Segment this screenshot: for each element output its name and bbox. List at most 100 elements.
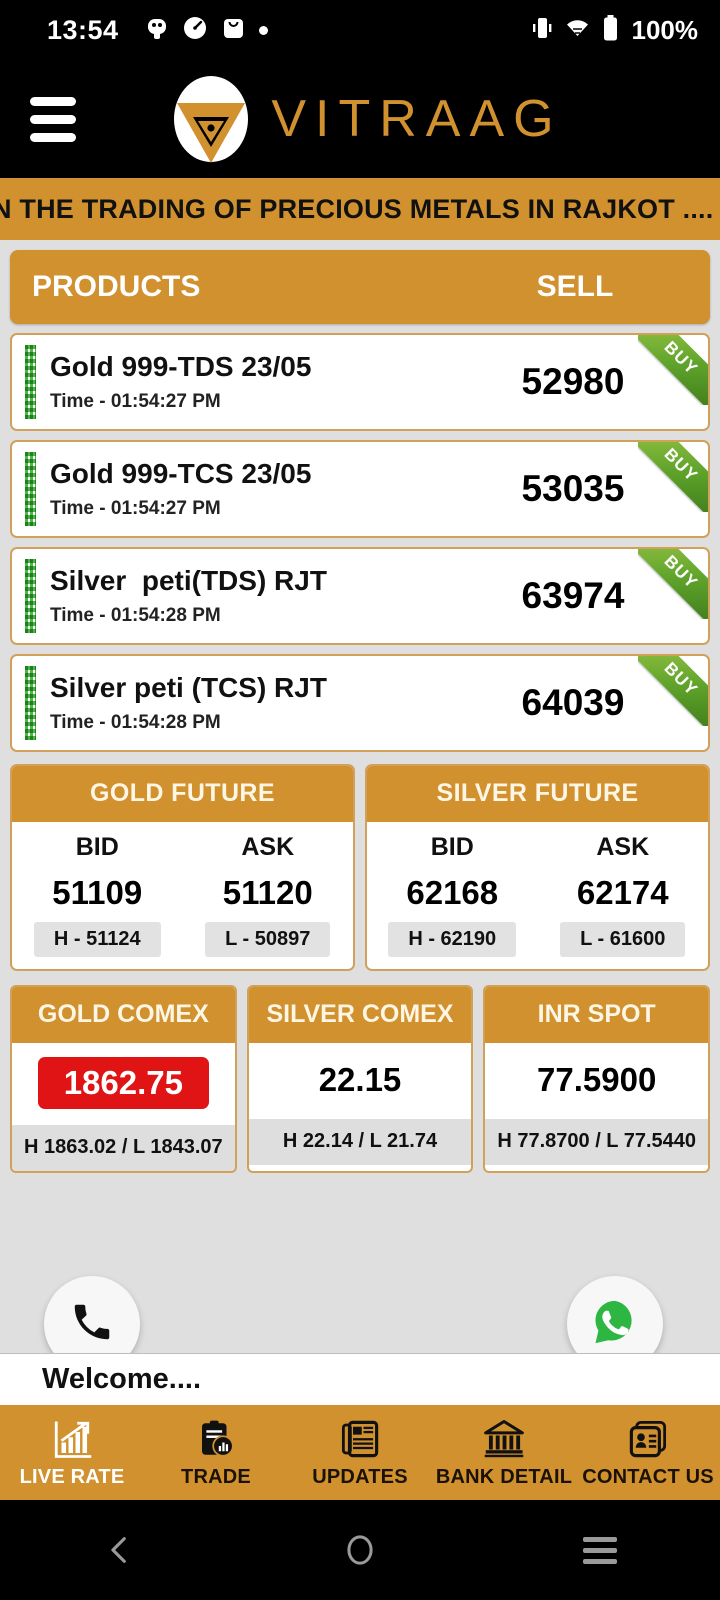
inr-spot-card[interactable]: INR SPOT 77.5900 H 77.8700 / L 77.5440 xyxy=(483,985,711,1173)
comex-value-container: 77.5900 xyxy=(485,1043,709,1119)
card-title: SILVER FUTURE xyxy=(367,766,708,822)
comex-value: 1862.75 xyxy=(37,1057,209,1109)
card-title: INR SPOT xyxy=(485,987,709,1043)
futures-section: GOLD FUTURE BID ASK 51109 51120 H - 5112… xyxy=(10,764,710,971)
row-accent-bar xyxy=(25,666,36,740)
newspaper-icon xyxy=(339,1416,381,1462)
home-circle-icon[interactable] xyxy=(240,1532,480,1568)
shopping-bag-icon xyxy=(221,15,246,46)
nav-item-bank-detail[interactable]: BANK DETAIL xyxy=(432,1416,576,1489)
product-name: Gold 999-TCS 23/05 xyxy=(50,458,312,489)
ask-value: 51120 xyxy=(222,874,313,911)
card-title: GOLD COMEX xyxy=(12,987,235,1043)
bid-value: 62168 xyxy=(406,874,499,911)
android-face-icon xyxy=(145,15,169,46)
hamburger-menu-icon[interactable] xyxy=(30,96,76,142)
growth-chart-icon xyxy=(50,1416,94,1462)
card-title: GOLD FUTURE xyxy=(12,766,353,822)
brand-name: VITRAAG xyxy=(271,90,563,148)
buy-ribbon[interactable]: BUY xyxy=(638,549,708,619)
nav-label: BANK DETAIL xyxy=(435,1466,573,1488)
nav-item-trade[interactable]: TRADE xyxy=(144,1416,288,1489)
android-system-nav xyxy=(0,1500,720,1600)
buy-ribbon-label: BUY xyxy=(638,442,708,512)
bid-label: BID xyxy=(75,833,119,861)
gold-future-card[interactable]: GOLD FUTURE BID ASK 51109 51120 H - 5112… xyxy=(10,764,355,971)
status-bar: 13:54 100% xyxy=(0,0,720,60)
battery-icon xyxy=(602,14,619,47)
product-name: Silver peti(TDS) RJT xyxy=(50,565,327,596)
comex-value-container: 22.15 xyxy=(248,1043,472,1119)
nav-label: TRADE xyxy=(181,1466,251,1488)
vibrate-icon xyxy=(531,15,553,46)
column-header-sell: SELL xyxy=(536,270,614,303)
bid-label: BID xyxy=(430,833,474,861)
row-accent-bar xyxy=(25,345,36,419)
buy-ribbon-label: BUY xyxy=(638,549,708,619)
low-value: L - 50897 xyxy=(205,922,331,957)
comex-high-low: H 22.14 / L 21.74 xyxy=(248,1119,472,1165)
battery-percentage: 100% xyxy=(631,14,699,45)
ask-label: ASK xyxy=(241,833,295,861)
comex-value: 77.5900 xyxy=(537,1061,657,1098)
nav-label: UPDATES xyxy=(312,1466,408,1488)
buy-ribbon[interactable]: BUY xyxy=(638,335,708,405)
buy-ribbon[interactable]: BUY xyxy=(638,656,708,726)
comex-value-container: 1862.75 xyxy=(12,1043,235,1125)
whatsapp-icon xyxy=(589,1296,641,1353)
welcome-footer: Welcome.... xyxy=(0,1353,720,1405)
row-accent-bar xyxy=(25,559,36,633)
bank-building-icon xyxy=(482,1416,526,1462)
comex-section: GOLD COMEX 1862.75 H 1863.02 / L 1843.07… xyxy=(10,985,711,1173)
product-time: Time - 01:54:28 PM xyxy=(50,605,221,626)
card-title: SILVER COMEX xyxy=(248,987,472,1043)
recents-lines-icon[interactable] xyxy=(480,1531,720,1570)
clipboard-chart-icon xyxy=(195,1416,237,1462)
phone-call-icon xyxy=(69,1299,115,1350)
comex-high-low: H 1863.02 / L 1843.07 xyxy=(12,1125,235,1171)
nav-label: CONTACT US xyxy=(582,1466,714,1488)
table-row[interactable]: Silver peti(TDS) RJT Time - 01:54:28 PM … xyxy=(10,547,710,645)
main-content: PRODUCTS SELL Gold 999-TDS 23/05 Time - … xyxy=(0,240,720,1173)
silver-comex-card[interactable]: SILVER COMEX 22.15 H 22.14 / L 21.74 xyxy=(246,985,474,1173)
status-bar-notification-icons xyxy=(145,15,268,46)
product-time: Time - 01:54:28 PM xyxy=(50,712,221,733)
ask-value: 62174 xyxy=(576,874,669,911)
comex-value: 22.15 xyxy=(318,1061,402,1098)
product-time: Time - 01:54:27 PM xyxy=(50,498,221,519)
dot-icon xyxy=(258,25,268,35)
gold-comex-card[interactable]: GOLD COMEX 1862.75 H 1863.02 / L 1843.07 xyxy=(10,985,237,1173)
comex-high-low: H 77.8700 / L 77.5440 xyxy=(485,1119,709,1165)
products-table-header: PRODUCTS SELL xyxy=(10,250,710,324)
vitraag-logo-mark xyxy=(165,73,257,165)
bid-value: 51109 xyxy=(52,874,143,911)
news-ticker: N THE TRADING OF PRECIOUS METALS IN RAJK… xyxy=(0,178,720,240)
nav-label: LIVE RATE xyxy=(19,1466,125,1488)
table-row[interactable]: Silver peti (TCS) RJT Time - 01:54:28 PM… xyxy=(10,654,710,752)
status-bar-clock: 13:54 xyxy=(47,14,119,45)
app-logo: VITRAAG xyxy=(165,73,562,165)
silver-future-card[interactable]: SILVER FUTURE BID ASK 62168 62174 H - 62… xyxy=(365,764,710,971)
buy-ribbon-label: BUY xyxy=(638,335,708,405)
buy-ribbon-label: BUY xyxy=(638,656,708,726)
ticker-text: N THE TRADING OF PRECIOUS METALS IN RAJK… xyxy=(0,193,714,224)
back-chevron-icon[interactable] xyxy=(0,1533,240,1567)
product-time: Time - 01:54:27 PM xyxy=(50,391,221,412)
column-header-products: PRODUCTS xyxy=(32,270,201,303)
bottom-navigation: LIVE RATE TRADE UPDATES BANK DETAIL CONT… xyxy=(0,1405,720,1500)
table-row[interactable]: Gold 999-TCS 23/05 Time - 01:54:27 PM 53… xyxy=(10,440,710,538)
nav-item-contact-us[interactable]: CONTACT US xyxy=(576,1416,720,1489)
buy-ribbon[interactable]: BUY xyxy=(638,442,708,512)
nav-item-live-rate[interactable]: LIVE RATE xyxy=(0,1416,144,1489)
wifi-icon xyxy=(564,16,591,45)
product-name: Gold 999-TDS 23/05 xyxy=(50,351,312,382)
contact-card-icon xyxy=(627,1416,669,1462)
welcome-text: Welcome.... xyxy=(42,1363,202,1395)
low-value: L - 61600 xyxy=(560,922,686,957)
nav-item-updates[interactable]: UPDATES xyxy=(288,1416,432,1489)
app-header: VITRAAG xyxy=(0,60,720,178)
ask-label: ASK xyxy=(596,833,650,861)
high-value: H - 62190 xyxy=(388,922,517,957)
high-value: H - 51124 xyxy=(33,922,161,957)
table-row[interactable]: Gold 999-TDS 23/05 Time - 01:54:27 PM 52… xyxy=(10,333,710,431)
